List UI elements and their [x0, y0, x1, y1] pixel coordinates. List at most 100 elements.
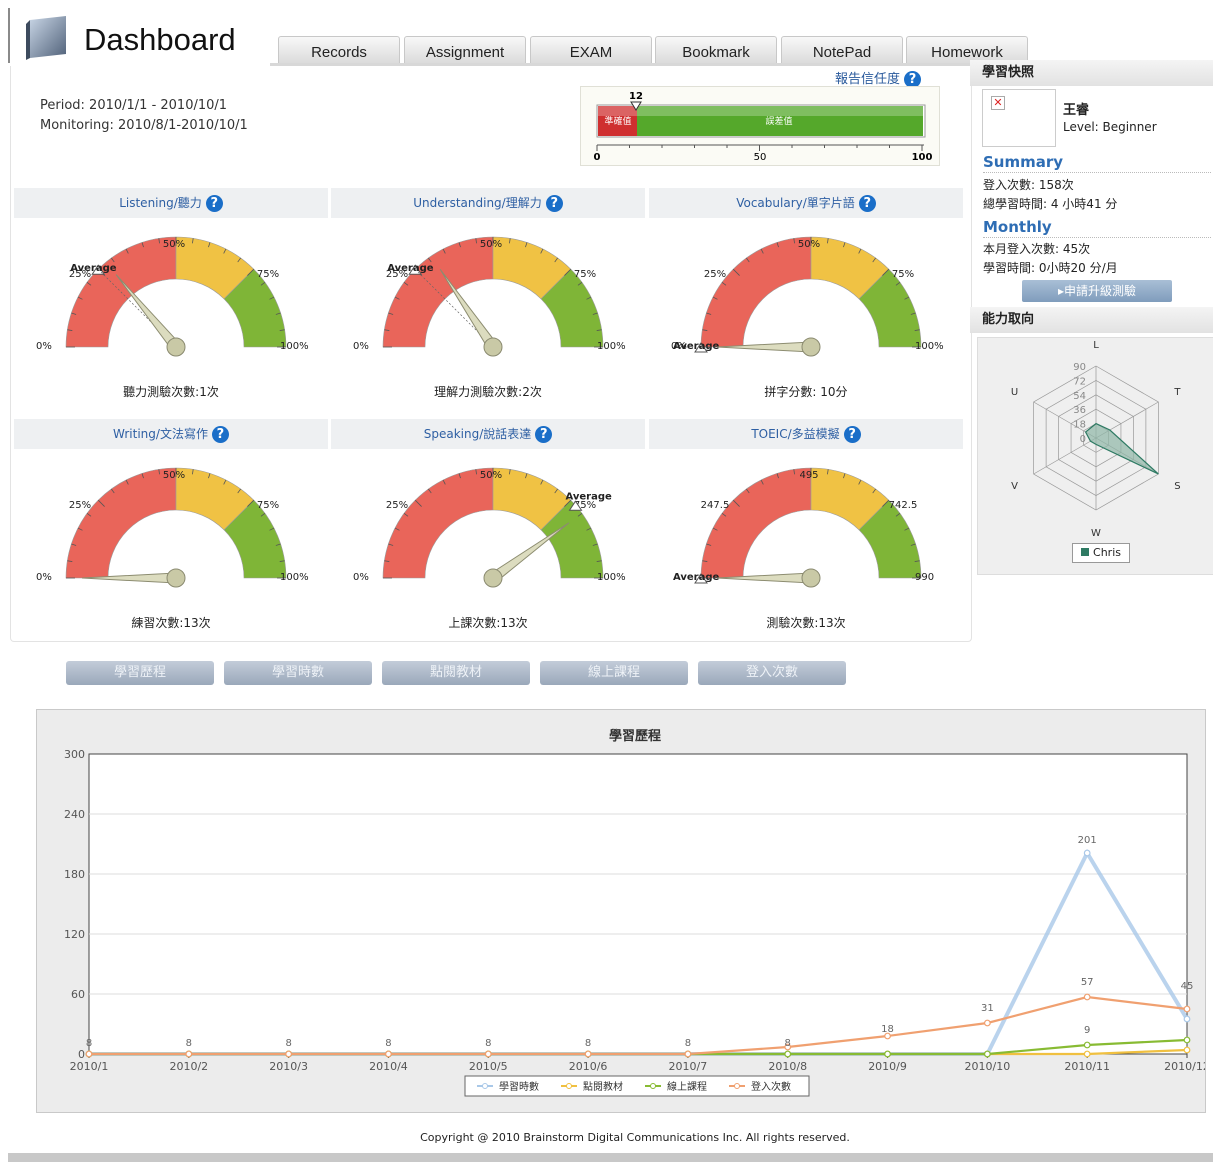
- gauge-scale-label: 50%: [480, 239, 502, 250]
- y-tick-label: 120: [64, 928, 85, 941]
- user-level: Level: Beginner: [1063, 120, 1157, 134]
- gauge-title[interactable]: Understanding/理解力: [413, 196, 541, 210]
- study-hours-button[interactable]: 學習時數: [224, 661, 372, 685]
- apply-upgrade-test-button[interactable]: ▸申請升級測驗: [1022, 280, 1172, 302]
- snapshot-header: 學習快照: [970, 60, 1213, 86]
- data-point: [983, 1019, 991, 1027]
- y-tick-label: 300: [64, 748, 85, 761]
- data-point: [385, 1050, 392, 1058]
- gauge-hub: [801, 337, 821, 357]
- average-label: Average: [387, 263, 434, 274]
- broken-image-icon: ✕: [991, 96, 1005, 110]
- gauge-scale-label: 247.5: [701, 500, 730, 511]
- gauge-scale-label: 75%: [257, 500, 279, 511]
- gauge-hub: [801, 568, 821, 588]
- tab-bookmark[interactable]: Bookmark: [655, 36, 777, 65]
- tab-assignment[interactable]: Assignment: [404, 36, 526, 65]
- gauge-title[interactable]: Writing/文法寫作: [113, 427, 208, 441]
- login-count-button[interactable]: 登入次數: [698, 661, 846, 685]
- gauge-zone-low: [700, 236, 812, 348]
- data-point: [584, 1050, 592, 1058]
- gauge-scale-label: 75%: [574, 269, 596, 280]
- tab-records[interactable]: Records: [278, 36, 400, 65]
- summary-divider: [983, 172, 1211, 174]
- legend-label: 學習時數: [499, 1080, 539, 1093]
- data-point: [684, 1050, 692, 1058]
- help-icon[interactable]: ?: [545, 195, 563, 212]
- gauge-title[interactable]: Listening/聽力: [119, 196, 202, 210]
- help-icon[interactable]: ?: [211, 426, 229, 443]
- help-icon[interactable]: ?: [205, 195, 223, 212]
- dashboard-logo-icon: [26, 16, 66, 60]
- data-point: [85, 1050, 93, 1058]
- help-icon[interactable]: ?: [843, 426, 861, 443]
- gauge: 0% 25% 50% 75% 100% Average: [663, 229, 963, 369]
- monitoring-text: Monitoring: 2010/8/1-2010/10/1: [40, 118, 248, 133]
- radar-tick-label: 36: [1073, 405, 1086, 416]
- x-tick-label: 2010/5: [469, 1060, 508, 1073]
- data-point: [983, 1050, 991, 1058]
- gauge-needle: [115, 274, 181, 351]
- gauge-title[interactable]: TOEIC/多益模擬: [751, 427, 839, 441]
- legend-marker: [734, 1083, 740, 1089]
- gauge-hub: [483, 337, 503, 357]
- data-point: [1183, 1036, 1191, 1044]
- data-point: [1183, 1015, 1191, 1023]
- radar-tick-label: 90: [1073, 362, 1086, 373]
- gauge-scale-label: 990: [915, 572, 934, 583]
- data-label: 8: [785, 1038, 791, 1049]
- data-label: 8: [485, 1038, 491, 1049]
- gauge-caption: 練習次數:13次: [131, 616, 211, 630]
- radar-axis-label: W: [1091, 528, 1101, 539]
- gauge-title[interactable]: Speaking/說話表達: [424, 427, 532, 441]
- data-point: [1083, 1050, 1091, 1058]
- help-icon[interactable]: ?: [535, 426, 553, 443]
- viewed-materials-button[interactable]: 點閱教材: [382, 661, 530, 685]
- x-tick-label: 2010/10: [965, 1060, 1011, 1073]
- help-icon[interactable]: ?: [858, 195, 876, 212]
- trust-tick-label: 50: [754, 152, 767, 163]
- data-point: [1083, 993, 1091, 1001]
- gauge-title[interactable]: Vocabulary/單字片語: [736, 196, 855, 210]
- gauge-header: Understanding/理解力?: [331, 188, 645, 218]
- radar-axis-label: S: [1174, 481, 1180, 492]
- x-tick-label: 2010/8: [768, 1060, 807, 1073]
- data-label: 45: [1181, 981, 1194, 992]
- tab-notepad[interactable]: NotePad: [781, 36, 903, 65]
- legend-marker: [482, 1083, 488, 1089]
- gauge-scale-label: 25%: [386, 500, 408, 511]
- trust-report-link[interactable]: 報告信任度?: [835, 68, 922, 88]
- gauge-scale-label: 100%: [597, 341, 626, 352]
- radar-axis-label: U: [1011, 387, 1018, 398]
- gauge-header: Speaking/說話表達?: [331, 419, 645, 449]
- learning-history-button[interactable]: 學習歷程: [66, 661, 214, 685]
- legend-marker: [566, 1083, 572, 1089]
- data-label: 8: [285, 1038, 291, 1049]
- gauge-scale-label: 100%: [597, 572, 626, 583]
- gauge: 0% 25% 50% 75% 100%: [28, 460, 328, 600]
- x-tick-label: 2010/12: [1164, 1060, 1205, 1073]
- data-label: 18: [881, 1024, 894, 1035]
- left-border-line: [8, 8, 10, 63]
- data-label: 9: [1084, 1025, 1090, 1036]
- gauge-header: Writing/文法寫作?: [14, 419, 328, 449]
- data-point: [185, 1050, 193, 1058]
- legend-label: 線上課程: [667, 1080, 707, 1093]
- x-tick-label: 2010/1: [70, 1060, 109, 1073]
- data-point: [285, 1050, 293, 1058]
- radar-legend-label: Chris: [1093, 546, 1121, 559]
- gauge-scale-label: 50%: [798, 239, 820, 250]
- chart-title: 學習歷程: [609, 728, 661, 744]
- gauge-zone-low: [700, 467, 812, 579]
- gauge-scale-label: 50%: [163, 239, 185, 250]
- x-tick-label: 2010/11: [1064, 1060, 1110, 1073]
- chart-legend: 學習時數 點閱教材 線上課程 登入次數: [464, 1075, 810, 1097]
- tab-exam[interactable]: EXAM: [530, 36, 652, 65]
- trust-meter: 準確值 誤差值 12 0 50 100: [580, 86, 940, 166]
- radar-chart-panel: L T S W V U 90 72 54 36 18 0 Chris: [977, 337, 1213, 575]
- online-courses-button[interactable]: 線上課程: [540, 661, 688, 685]
- radar-axis-label: L: [1093, 340, 1099, 351]
- gauge-zone-low: [65, 467, 177, 579]
- gauge-scale-label: 100%: [280, 572, 309, 583]
- legend-label: 點閱教材: [583, 1080, 623, 1093]
